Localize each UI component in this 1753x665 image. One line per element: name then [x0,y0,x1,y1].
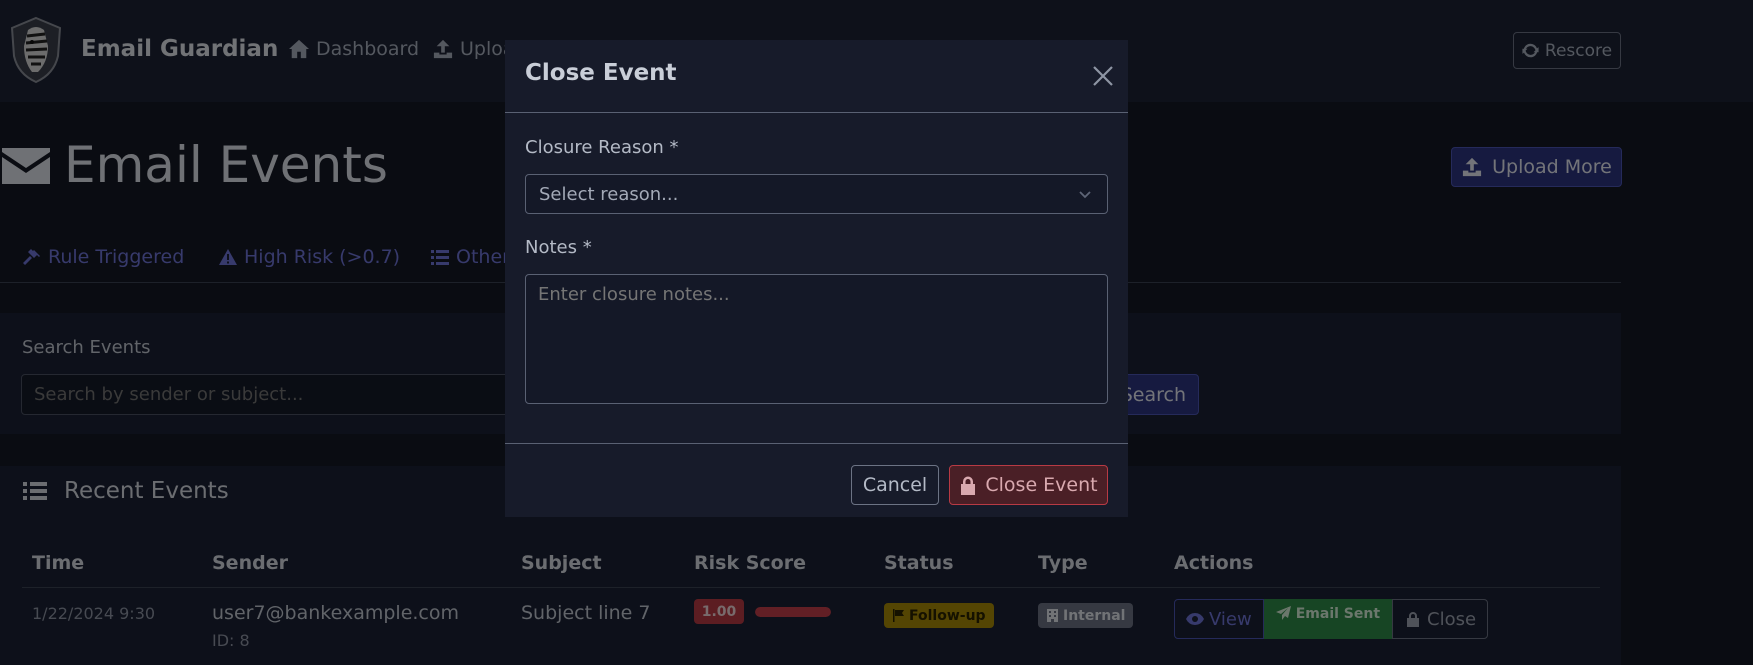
notes-label: Notes * [525,237,592,258]
closure-reason-label: Closure Reason * [525,137,679,158]
chevron-down-icon [1077,186,1093,202]
close-event-button[interactable]: Close Event [949,465,1108,505]
close-event-modal: Close Event Closure Reason * Select reas… [505,40,1128,517]
closure-reason-value: Select reason... [539,183,679,205]
notes-textarea[interactable] [525,274,1108,404]
modal-footer-divider [505,443,1128,444]
modal-header: Close Event [505,40,1128,113]
cancel-button[interactable]: Cancel [851,465,939,505]
closure-reason-select[interactable]: Select reason... [525,174,1108,214]
modal-title: Close Event [525,60,677,86]
close-event-label: Close Event [985,474,1098,496]
close-icon [1093,66,1113,86]
lock-icon [961,476,976,495]
modal-close-button[interactable] [1085,58,1121,94]
